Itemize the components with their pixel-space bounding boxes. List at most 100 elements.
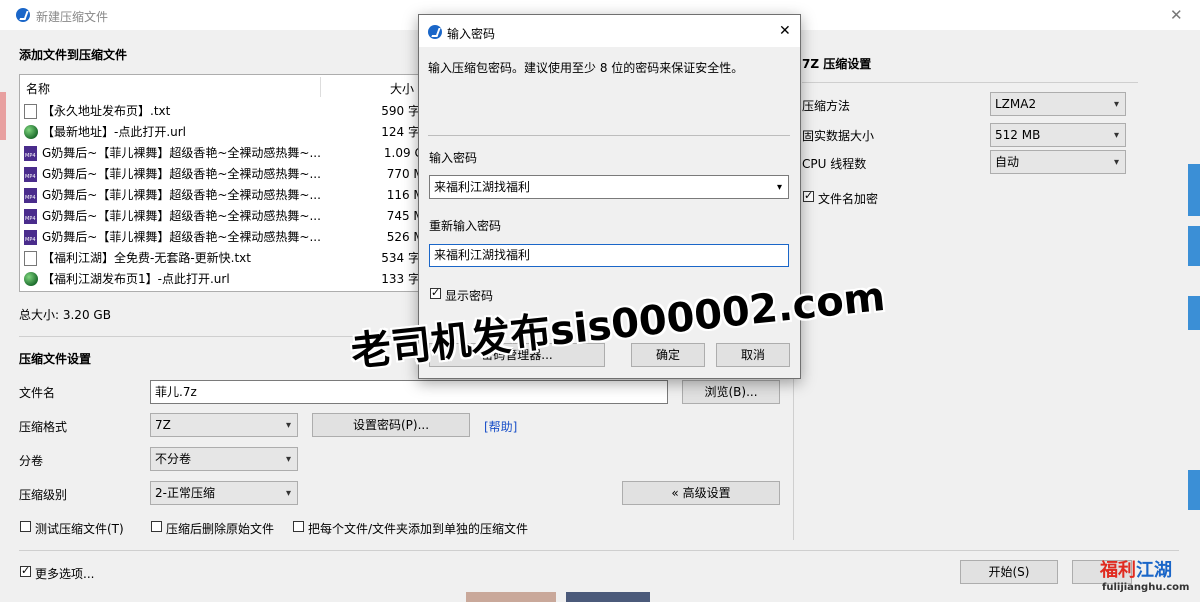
delete-checkbox-label[interactable]: 压缩后删除原始文件 xyxy=(166,520,274,537)
url-file-icon xyxy=(24,125,38,139)
test-checkbox-label[interactable]: 测试压缩文件(T) xyxy=(35,520,124,537)
divider xyxy=(802,82,1138,83)
level-label: 压缩级别 xyxy=(19,488,68,502)
logo-url: fulijianghu.com xyxy=(1102,582,1190,593)
set-password-button[interactable]: 设置密码(P)... xyxy=(312,413,470,437)
threads-value: 自动 xyxy=(995,155,1020,169)
level-select[interactable]: 2-正常压缩 ▾ xyxy=(150,481,298,505)
file-name: G奶舞后~【菲儿裸舞】超级香艳~全裸动感热舞~... xyxy=(42,209,321,223)
chevron-down-icon: ▾ xyxy=(285,454,291,465)
list-item[interactable]: G奶舞后~【菲儿裸舞】超级香艳~全裸动感热舞~...1.09 GB xyxy=(24,143,432,163)
file-name: G奶舞后~【菲儿裸舞】超级香艳~全裸动感热舞~... xyxy=(42,146,321,160)
list-item[interactable]: 【福利江湖】全免费-无套路-更新快.txt 534 字节 xyxy=(24,248,432,268)
divider xyxy=(428,135,790,136)
txt-file-icon xyxy=(24,104,37,119)
method-label: 压缩方法 xyxy=(802,99,851,113)
mp4-file-icon xyxy=(24,188,37,203)
dialog-title-bar: 输入密码 ✕ xyxy=(419,15,800,47)
password-value: 来福利江湖找福利 xyxy=(434,180,531,194)
file-name: 【最新地址】-点此打开.url xyxy=(42,125,187,139)
encrypt-names-checkbox[interactable] xyxy=(803,189,814,202)
reenter-label: 重新输入密码 xyxy=(429,219,502,233)
encrypt-names-label[interactable]: 文件名加密 xyxy=(818,190,878,207)
threads-select[interactable]: 自动 ▾ xyxy=(990,150,1126,174)
show-password-label[interactable]: 显示密码 xyxy=(445,287,493,304)
format-select[interactable]: 7Z ▾ xyxy=(150,413,298,437)
corner-logo: 福利江湖 fulijianghu.com xyxy=(1100,556,1196,602)
list-item[interactable]: G奶舞后~【菲儿裸舞】超级香艳~全裸动感热舞~...116 MB xyxy=(24,185,432,205)
list-item[interactable]: G奶舞后~【菲儿裸舞】超级香艳~全裸动感热舞~...770 MB xyxy=(24,164,432,184)
settings-heading: 压缩文件设置 xyxy=(19,352,92,366)
more-options-label[interactable]: 更多选项... xyxy=(35,565,94,582)
password-label: 输入密码 xyxy=(429,151,478,165)
list-item[interactable]: 【福利江湖发布页1】-点此打开.url 133 字节 xyxy=(24,269,432,289)
solid-size-select[interactable]: 512 MB ▾ xyxy=(990,123,1126,147)
mp4-file-icon xyxy=(24,209,37,224)
delete-checkbox[interactable] xyxy=(151,521,162,532)
7z-settings-heading: 7Z 压缩设置 xyxy=(802,57,872,71)
browse-button[interactable]: 浏览(B)... xyxy=(682,380,780,404)
mp4-file-icon xyxy=(24,146,37,161)
filename-input[interactable]: 菲儿.7z xyxy=(150,380,668,404)
method-value: LZMA2 xyxy=(995,97,1037,111)
file-name: G奶舞后~【菲儿裸舞】超级香艳~全裸动感热舞~... xyxy=(42,230,321,244)
chevron-down-icon[interactable]: ▾ xyxy=(777,177,782,199)
chevron-down-icon: ▾ xyxy=(1113,130,1119,141)
total-size: 总大小: 3.20 GB xyxy=(19,308,111,322)
chevron-down-icon: ▾ xyxy=(285,488,291,499)
reenter-input[interactable]: 来福利江湖找福利 xyxy=(429,244,789,267)
background-thumbnail xyxy=(566,592,650,602)
file-name: 【永久地址发布页】.txt xyxy=(42,104,171,118)
mp4-file-icon xyxy=(24,230,37,245)
background-strip xyxy=(1188,164,1200,216)
column-name-header[interactable]: 名称 xyxy=(26,80,50,97)
password-input[interactable]: 来福利江湖找福利 ▾ xyxy=(429,175,789,199)
split-select[interactable]: 不分卷 ▾ xyxy=(150,447,298,471)
start-button[interactable]: 开始(S) xyxy=(960,560,1058,584)
column-divider[interactable] xyxy=(320,77,321,97)
file-name: G奶舞后~【菲儿裸舞】超级香艳~全裸动感热舞~... xyxy=(42,188,321,202)
mp4-file-icon xyxy=(24,167,37,182)
background-strip xyxy=(1188,470,1200,510)
app-icon xyxy=(428,25,442,39)
file-name: 【福利江湖发布页1】-点此打开.url xyxy=(42,272,230,286)
more-options-checkbox[interactable] xyxy=(20,564,31,577)
chevron-down-icon: ▾ xyxy=(1113,99,1119,110)
filename-label: 文件名 xyxy=(19,386,56,400)
help-link[interactable]: [帮助] xyxy=(484,418,517,435)
background-strip xyxy=(1188,296,1200,330)
split-value: 不分卷 xyxy=(155,452,192,466)
column-size-header[interactable]: 大小 xyxy=(390,80,414,97)
separate-checkbox[interactable] xyxy=(293,521,304,532)
advanced-settings-button[interactable]: « 高级设置 xyxy=(622,481,780,505)
list-item[interactable]: 【永久地址发布页】.txt 590 字节 xyxy=(24,101,432,121)
list-item[interactable]: G奶舞后~【菲儿裸舞】超级香艳~全裸动感热舞~...526 MB xyxy=(24,227,432,247)
app-icon xyxy=(16,8,30,22)
format-value: 7Z xyxy=(155,418,171,432)
url-file-icon xyxy=(24,272,38,286)
dialog-cancel-button[interactable]: 取消 xyxy=(716,343,790,367)
dialog-instruction: 输入压缩包密码。建议使用至少 8 位的密码来保证安全性。 xyxy=(428,61,744,75)
file-name: 【福利江湖】全免费-无套路-更新快.txt xyxy=(42,251,251,265)
method-select[interactable]: LZMA2 ▾ xyxy=(990,92,1126,116)
close-icon[interactable]: ✕ xyxy=(779,23,791,39)
list-item[interactable]: G奶舞后~【菲儿裸舞】超级香艳~全裸动感热舞~...745 MB xyxy=(24,206,432,226)
solid-size-label: 固实数据大小 xyxy=(802,129,875,143)
background-thumbnail xyxy=(466,592,556,602)
threads-label: CPU 线程数 xyxy=(802,157,867,171)
test-checkbox[interactable] xyxy=(20,521,31,532)
solid-size-value: 512 MB xyxy=(995,128,1041,142)
show-password-checkbox[interactable] xyxy=(430,286,441,299)
file-list[interactable]: 名称 大小 【永久地址发布页】.txt 590 字节 【最新地址】-点此打开.url… xyxy=(19,74,432,292)
list-item[interactable]: 【最新地址】-点此打开.url 124 字节 xyxy=(24,122,432,142)
separate-checkbox-label[interactable]: 把每个文件/文件夹添加到单独的压缩文件 xyxy=(308,520,528,537)
chevron-down-icon: ▾ xyxy=(1113,157,1119,168)
split-label: 分卷 xyxy=(19,454,44,468)
level-value: 2-正常压缩 xyxy=(155,486,215,500)
add-files-heading: 添加文件到压缩文件 xyxy=(19,48,128,62)
background-strip xyxy=(0,92,6,140)
chevron-down-icon: ▾ xyxy=(285,420,291,431)
close-icon[interactable]: ✕ xyxy=(1170,6,1183,24)
dialog-title: 输入密码 xyxy=(447,27,496,41)
window-title: 新建压缩文件 xyxy=(36,10,109,24)
